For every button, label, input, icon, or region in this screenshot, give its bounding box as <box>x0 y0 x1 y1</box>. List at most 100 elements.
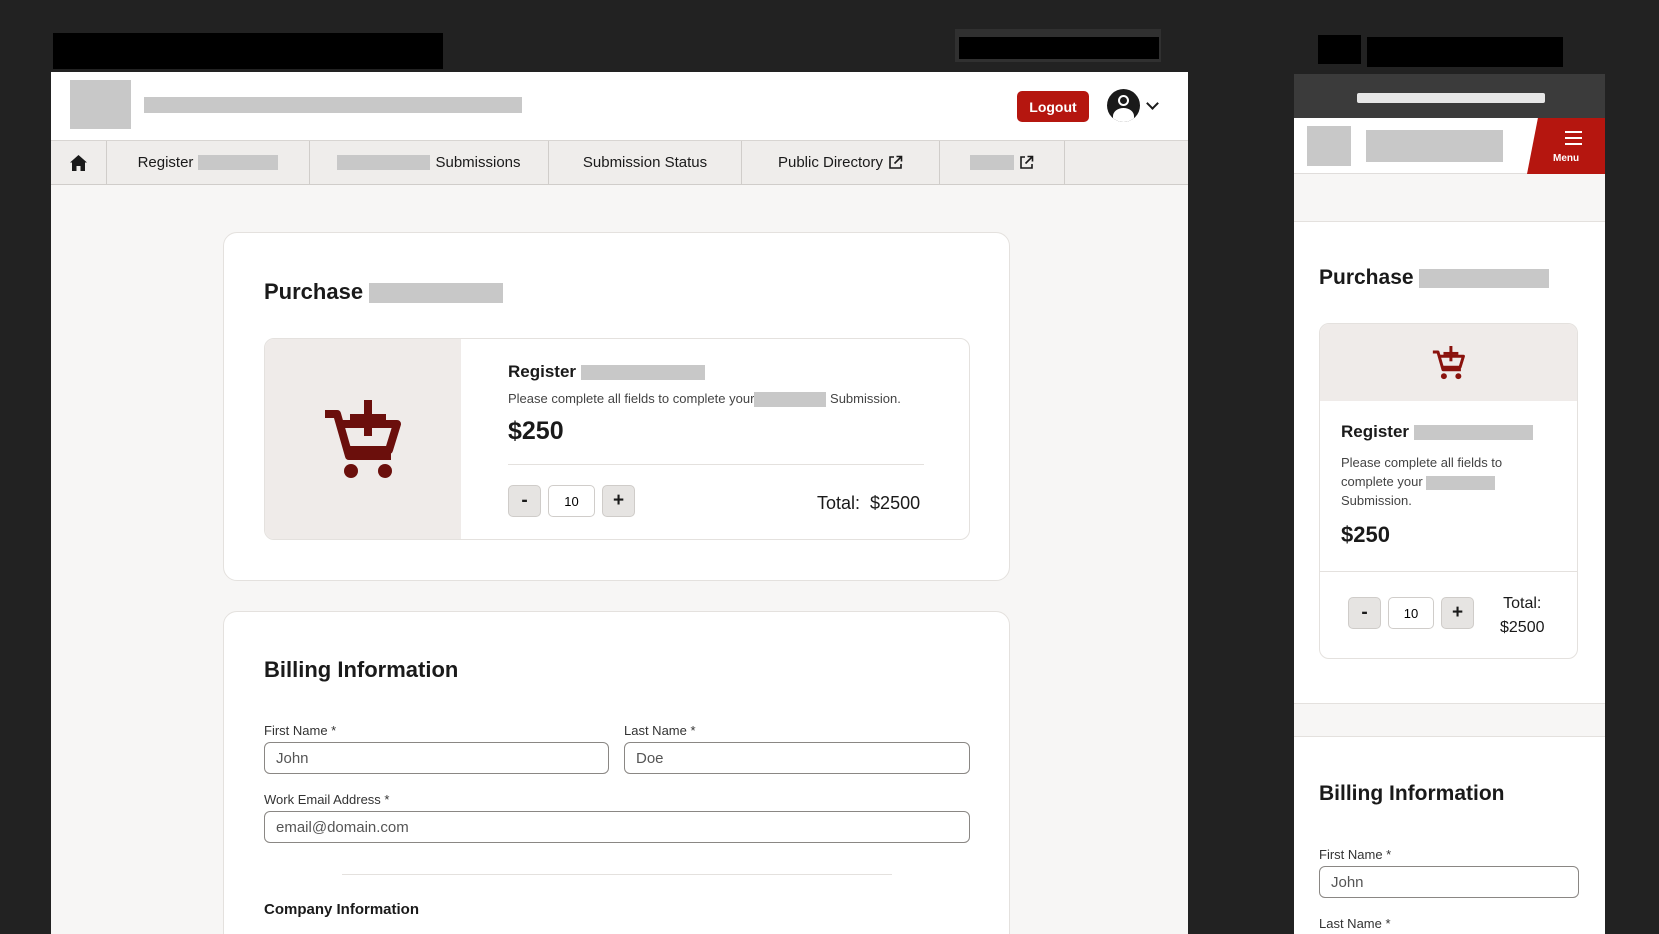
site-header: Logout <box>51 72 1188 141</box>
nav-register-label: Register <box>137 154 194 171</box>
nav-public-directory[interactable]: Public Directory <box>742 141 940 184</box>
external-link-icon <box>1020 155 1034 169</box>
nav-register[interactable]: Register <box>107 141 310 184</box>
mobile-purchase-section: Purchase Register Please complete all fi… <box>1294 221 1605 704</box>
description-line: Submission. <box>1341 493 1412 508</box>
product-name-text: Register <box>508 362 577 381</box>
total-value: $2500 <box>1500 619 1545 636</box>
redacted-text <box>754 392 827 408</box>
chevron-down-icon <box>1146 96 1159 110</box>
last-name-field[interactable] <box>624 742 970 774</box>
divider <box>1320 571 1577 572</box>
billing-title: Billing Information <box>1319 782 1505 805</box>
menu-label: Menu <box>1553 153 1580 164</box>
site-title-redacted <box>1366 130 1503 162</box>
site-logo[interactable] <box>1307 126 1351 166</box>
total-value: $2500 <box>870 493 921 513</box>
redacted-block <box>1367 37 1563 67</box>
home-icon <box>70 154 87 171</box>
total-display: Total: $2500 <box>817 493 920 514</box>
user-avatar-icon <box>1107 89 1140 122</box>
purchase-title: Purchase <box>264 279 504 305</box>
mobile-url-bar[interactable] <box>1294 74 1605 118</box>
first-name-field[interactable] <box>1319 866 1579 898</box>
site-title-redacted <box>144 97 522 113</box>
description-pre: Please complete all fields to complete y… <box>508 391 755 406</box>
product-price: $250 <box>1341 522 1390 547</box>
purchase-title-text: Purchase <box>264 279 364 304</box>
increment-button[interactable]: + <box>1441 597 1474 629</box>
product-price: $250 <box>508 417 564 445</box>
nav-home[interactable] <box>51 141 107 184</box>
product-description: Please complete all fields to complete y… <box>1341 453 1502 510</box>
external-link-icon <box>889 155 903 169</box>
mobile-browser-chrome <box>1294 30 1605 118</box>
billing-title: Billing Information <box>264 657 459 682</box>
divider <box>342 874 892 875</box>
quantity-input[interactable] <box>548 485 595 517</box>
redacted-text <box>1426 475 1496 490</box>
company-info-heading: Company Information <box>264 901 420 918</box>
main-nav: Register Submissions Submission Status P… <box>51 141 1188 185</box>
redacted-text <box>1413 425 1533 441</box>
first-name-label: First Name * <box>264 723 337 738</box>
redacted-text <box>198 155 279 170</box>
total-display: Total: $2500 <box>1500 592 1545 640</box>
nav-public-directory-label: Public Directory <box>777 154 884 171</box>
product-name: Register <box>508 362 705 382</box>
total-label: Total: <box>817 493 861 513</box>
total-label: Total: <box>1503 595 1542 612</box>
nav-submissions[interactable]: Submissions <box>310 141 549 184</box>
decrement-button[interactable]: - <box>1348 597 1381 629</box>
nav-external-link[interactable] <box>940 141 1065 184</box>
mobile-billing-section: Billing Information First Name * Last Na… <box>1294 736 1605 934</box>
redacted-block <box>959 37 1159 59</box>
quantity-input[interactable] <box>1388 597 1434 629</box>
nav-submissions-label: Submissions <box>435 154 521 171</box>
user-menu[interactable] <box>1107 89 1159 122</box>
product-description: Please complete all fields to complete y… <box>508 391 901 408</box>
menu-button[interactable]: Menu <box>1527 118 1605 174</box>
description-line: complete your <box>1341 472 1502 491</box>
product-image <box>265 339 461 539</box>
redacted-block <box>1318 35 1361 64</box>
product-item: Register Please complete all fields to c… <box>264 338 970 540</box>
mobile-header: Menu <box>1294 118 1605 174</box>
nav-submission-status-label: Submission Status <box>582 154 708 171</box>
nav-submission-status[interactable]: Submission Status <box>549 141 742 184</box>
purchase-title: Purchase <box>1319 266 1550 290</box>
purchase-card: Purchase Register Please complete all fi… <box>223 232 1010 581</box>
first-name-field[interactable] <box>264 742 609 774</box>
quantity-stepper: - + <box>1348 597 1474 629</box>
redacted-text <box>369 283 504 304</box>
hamburger-menu-icon <box>1565 131 1582 149</box>
mobile-view: Menu Purchase Register Please complete a… <box>1294 30 1605 934</box>
product-name-text: Register <box>1341 422 1410 441</box>
redacted-text <box>970 155 1014 170</box>
increment-button[interactable]: + <box>602 485 635 517</box>
decrement-button[interactable]: - <box>508 485 541 517</box>
logout-button[interactable]: Logout <box>1017 91 1089 122</box>
desktop-view: Logout Register Submissions Submission S… <box>51 72 1188 934</box>
url-text-redacted <box>1357 93 1545 103</box>
site-logo[interactable] <box>70 80 131 129</box>
redacted-text <box>337 155 431 170</box>
last-name-label: Last Name * <box>624 723 696 738</box>
billing-card: Billing Information First Name * Last Na… <box>223 611 1010 934</box>
redacted-text <box>1419 268 1550 288</box>
purchase-title-text: Purchase <box>1319 266 1414 289</box>
redacted-block <box>53 33 443 69</box>
last-name-label: Last Name * <box>1319 916 1391 931</box>
product-name: Register <box>1341 422 1533 442</box>
product-item: Register Please complete all fields to c… <box>1319 323 1578 659</box>
product-image <box>1320 324 1577 401</box>
description-line: Please complete all fields to <box>1341 455 1503 470</box>
description-text: complete your <box>1341 474 1423 489</box>
description-post: Submission. <box>830 391 901 406</box>
divider <box>508 464 924 465</box>
email-field[interactable] <box>264 811 970 843</box>
redacted-text <box>580 365 705 381</box>
quantity-stepper: - + <box>508 485 635 517</box>
cart-add-icon <box>1432 345 1465 379</box>
first-name-label: First Name * <box>1319 847 1392 862</box>
